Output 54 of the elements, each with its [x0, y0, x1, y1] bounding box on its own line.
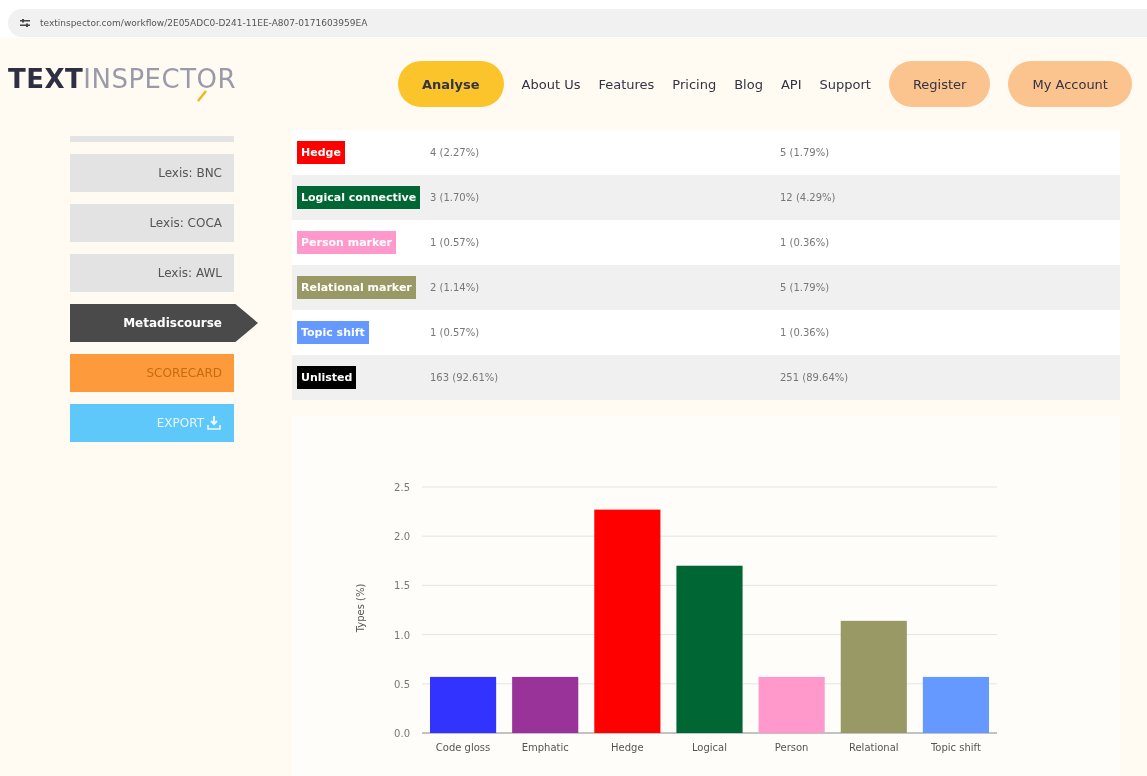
table-cell-text: 1 (0.36%): [780, 327, 831, 338]
axis-tick-label: 0.0: [394, 728, 410, 739]
table-cell-text: 12 (4.29%): [780, 192, 837, 203]
axis-tick-label: Emphatic: [521, 742, 569, 753]
tune-icon[interactable]: [20, 19, 30, 27]
nav-link[interactable]: Support: [819, 61, 871, 107]
nav-link[interactable]: API: [780, 61, 802, 107]
nav-link[interactable]: About Us: [521, 61, 581, 107]
axis-tick-label: Code gloss: [435, 742, 491, 753]
chart-bar: [430, 676, 497, 733]
axis-title: Types (%): [355, 583, 366, 633]
url-text: textinspector.com/workflow/2E05ADC0-D241-11EE-A807-0171603959EA: [40, 18, 368, 28]
sidebar-button[interactable]: Lexis: AWL: [70, 254, 234, 292]
axis-tick-label: 1.0: [394, 629, 410, 641]
table-cell-text: 5 (1.79%): [780, 147, 831, 158]
table-cell-text: 1 (0.36%): [780, 237, 831, 248]
axis-tick-label: Hedge: [611, 742, 644, 753]
nav-button[interactable]: Register: [888, 61, 991, 107]
table-cell-text: 1 (0.57%): [430, 237, 481, 248]
axis-tick-label: 2.5: [394, 482, 410, 493]
table-cell-text: 4 (2.27%): [430, 147, 481, 158]
axis-tick-label: Topic shift: [930, 742, 981, 753]
table-cell-text: 3 (1.70%): [430, 192, 481, 203]
table-cell-text: 2 (1.14%): [430, 282, 481, 293]
category-tag: Person marker: [297, 231, 396, 254]
category-tag: Unlisted: [297, 366, 357, 389]
sidebar-button[interactable]: Lexis: COCA: [70, 204, 234, 242]
axis-tick-label: 0.5: [394, 678, 410, 690]
table-cell-text: 251 (89.64%): [780, 372, 850, 383]
table-cell-text: 5 (1.79%): [780, 282, 831, 293]
table-cell-text: 1 (0.57%): [430, 327, 481, 338]
axis-tick-label: 2.0: [394, 531, 410, 543]
sidebar-button[interactable]: Metadiscourse: [70, 304, 258, 342]
category-tag: Topic shift: [297, 321, 369, 344]
axis-tick-label: Logical: [692, 742, 727, 753]
category-tag: Logical connective: [297, 186, 421, 209]
chart-bar: [922, 676, 989, 733]
table-cell-text: 163 (92.61%): [430, 372, 500, 383]
nav-link[interactable]: Blog: [734, 61, 763, 107]
chart-bar: [758, 676, 825, 733]
nav-link[interactable]: Features: [598, 61, 655, 107]
address-bar[interactable]: textinspector.com/workflow/2E05ADC0-D241-11EE-A807-0171603959EA: [8, 9, 1147, 37]
nav-button[interactable]: My Account: [1008, 61, 1132, 107]
nav-button[interactable]: Analyse: [398, 61, 504, 107]
chart-bar: [512, 676, 579, 733]
nav-link[interactable]: Pricing: [672, 61, 717, 107]
axis-tick-label: Relational: [848, 742, 899, 753]
category-tag: Hedge: [297, 141, 345, 164]
sidebar-button[interactable]: Lexis: BNC: [70, 154, 234, 192]
axis-tick-label: 1.5: [394, 580, 410, 592]
download-icon: [206, 415, 222, 431]
category-tag: Relational marker: [297, 276, 416, 299]
logo[interactable]: TEXTINSPECTOR: [8, 64, 398, 104]
axis-tick-label: Person: [774, 742, 809, 753]
